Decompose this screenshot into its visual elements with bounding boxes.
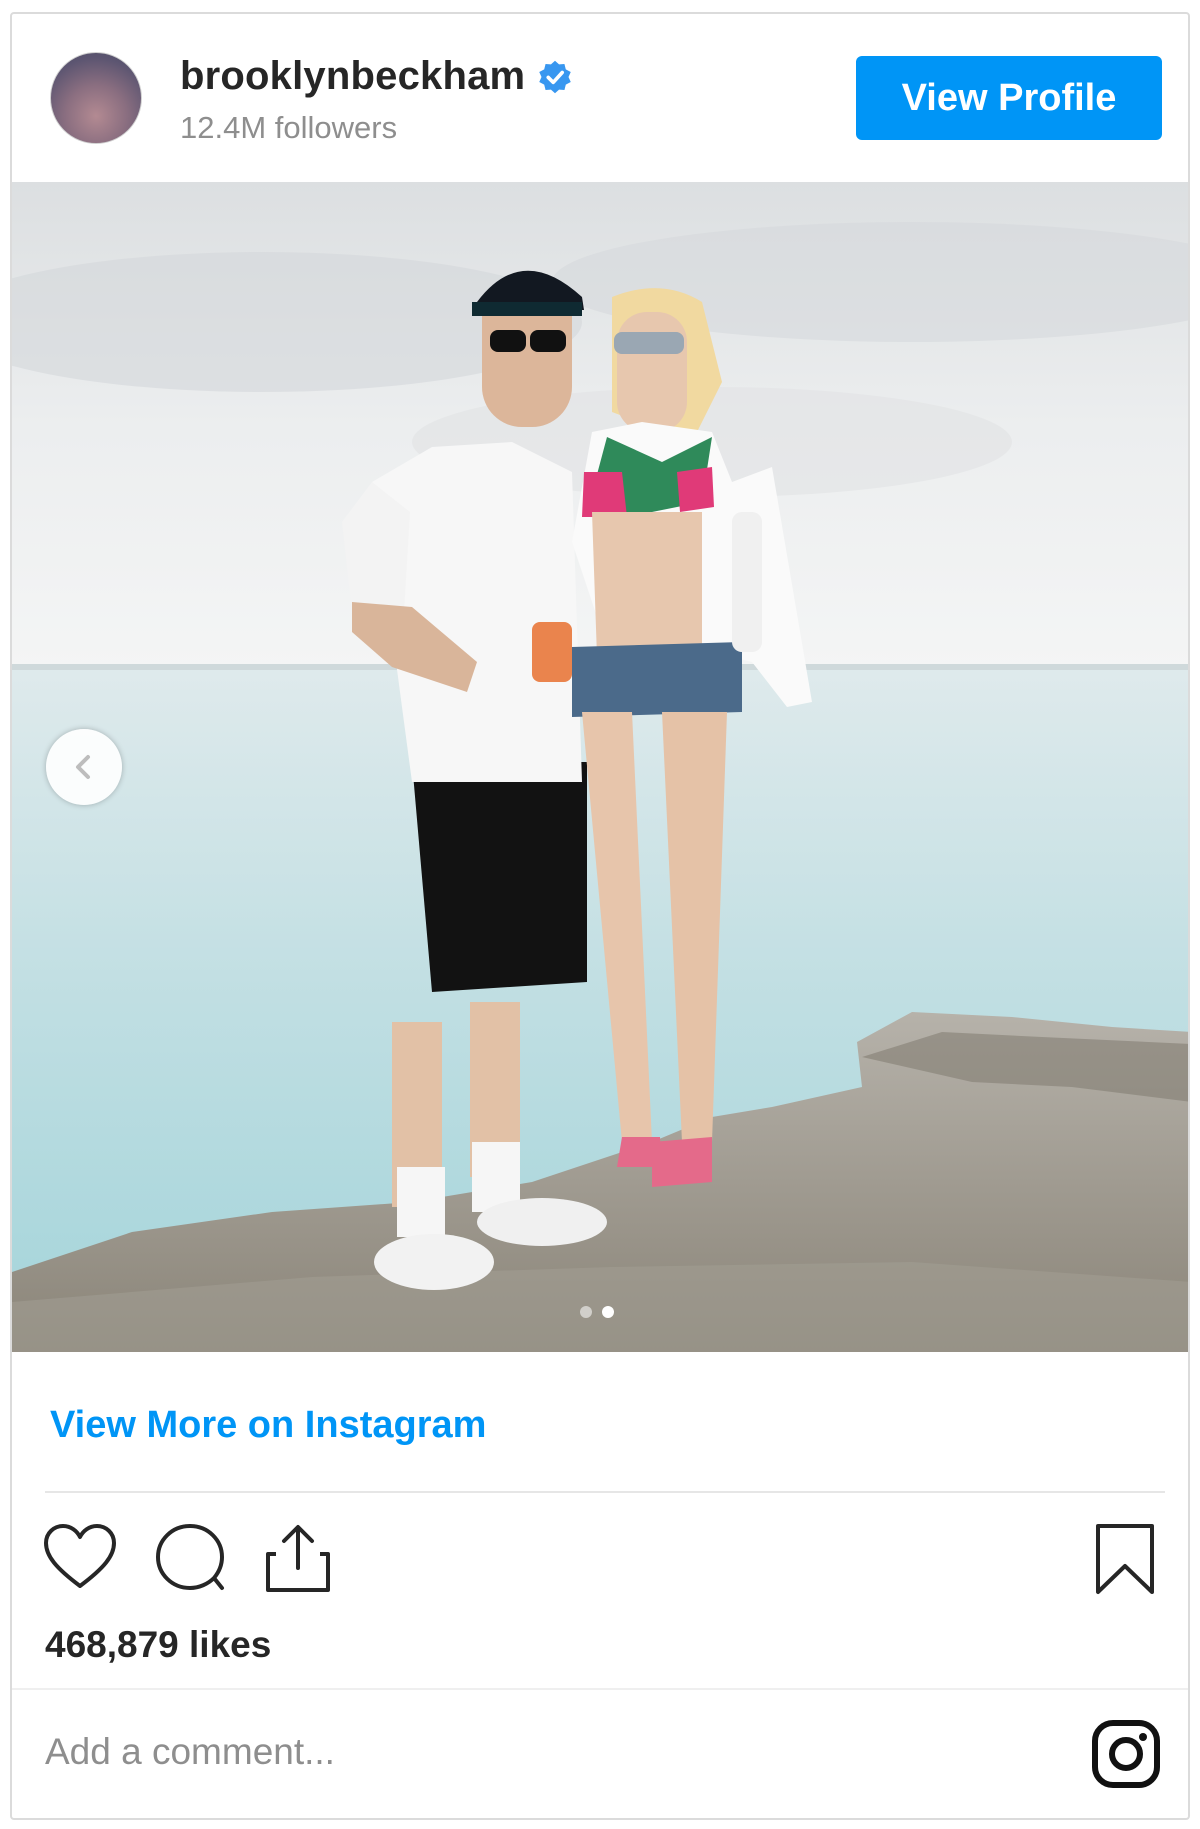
- carousel-dot[interactable]: [580, 1306, 592, 1318]
- post-photo[interactable]: [12, 182, 1188, 1352]
- like-count: 468,879 likes: [45, 1624, 272, 1665]
- carousel-prev-button[interactable]: [46, 729, 122, 805]
- view-profile-button[interactable]: View Profile: [856, 56, 1162, 140]
- comment-input[interactable]: Add a comment...: [45, 1722, 925, 1782]
- verified-badge-icon: [539, 60, 572, 93]
- divider: [12, 1688, 1188, 1690]
- view-more-link[interactable]: View More on Instagram: [50, 1404, 486, 1447]
- bookmark-icon[interactable]: [1092, 1522, 1158, 1596]
- follower-count: 12.4M followers: [180, 110, 398, 145]
- comment-icon[interactable]: [152, 1522, 228, 1592]
- username-link[interactable]: brooklynbeckham: [180, 54, 525, 99]
- action-bar: [12, 1512, 1188, 1602]
- chevron-left-icon: [76, 755, 90, 779]
- photo-image: [12, 182, 1188, 1352]
- username-row: brooklynbeckham: [180, 54, 573, 99]
- share-icon[interactable]: [260, 1522, 336, 1596]
- heart-icon[interactable]: [42, 1522, 118, 1592]
- carousel-dot-active[interactable]: [602, 1306, 614, 1318]
- divider: [45, 1491, 1165, 1493]
- instagram-logo-icon[interactable]: [1090, 1718, 1162, 1790]
- post-header: brooklynbeckham 12.4M followers View Pro…: [12, 14, 1188, 182]
- instagram-embed-card: brooklynbeckham 12.4M followers View Pro…: [10, 12, 1190, 1820]
- avatar[interactable]: [50, 52, 142, 144]
- carousel-dots: [580, 1306, 614, 1318]
